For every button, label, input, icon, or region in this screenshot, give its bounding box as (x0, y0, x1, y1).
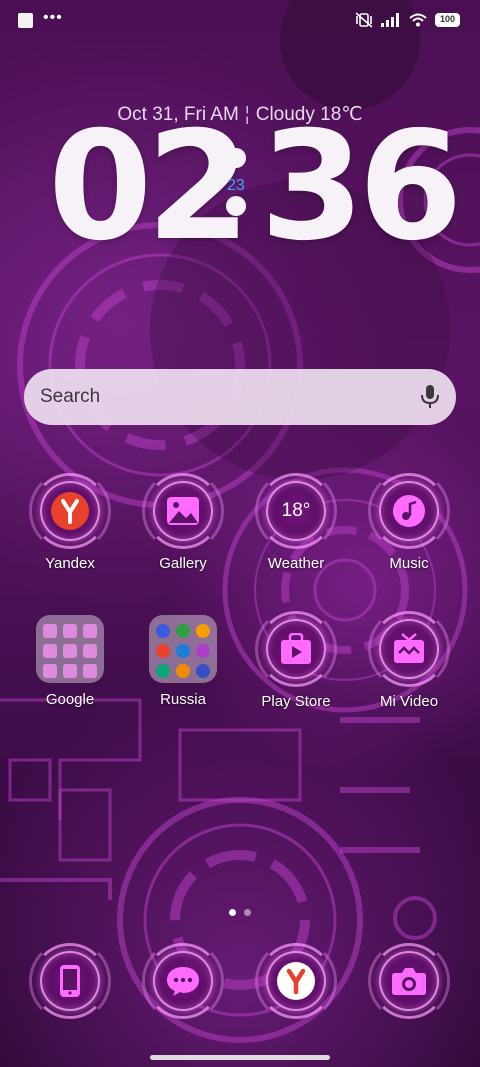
search-bar[interactable]: Search (24, 369, 456, 425)
app-weather[interactable]: 18° Weather (240, 470, 352, 572)
app-label: Gallery (159, 555, 207, 572)
more-dots-icon: ••• (43, 8, 63, 26)
folder-icon[interactable] (36, 615, 104, 683)
app-yandex[interactable]: Yandex (14, 470, 126, 572)
messages-icon[interactable] (142, 940, 224, 1022)
app-label: Mi Video (379, 693, 439, 710)
battery-icon: 100 (434, 13, 460, 27)
app-label: Play Store (261, 693, 331, 710)
signal-icon (380, 13, 399, 27)
gallery-icon[interactable] (142, 470, 224, 552)
weather-temp: 18° (281, 500, 311, 521)
app-play-store[interactable]: Play Store (240, 608, 352, 710)
dock-phone[interactable] (14, 940, 126, 1022)
yandex-icon[interactable] (29, 470, 111, 552)
clock-hours: 02 (48, 100, 251, 274)
dock-camera[interactable] (353, 940, 465, 1022)
folder-icon[interactable] (149, 615, 217, 683)
clock-seconds: 23 (227, 177, 245, 194)
page-dot[interactable] (244, 909, 251, 916)
weather-icon[interactable]: 18° (255, 470, 337, 552)
phone-icon[interactable] (29, 940, 111, 1022)
mi-video-icon[interactable] (368, 608, 450, 690)
folder-google[interactable]: Google (14, 615, 126, 708)
app-label: Russia (160, 691, 206, 708)
app-label: Music (389, 555, 429, 572)
clock-colon (226, 148, 248, 244)
app-label: Google (45, 691, 95, 708)
camera-icon[interactable] (368, 940, 450, 1022)
app-label: Yandex (45, 555, 95, 572)
app-label: Weather (267, 555, 325, 572)
clock-widget[interactable]: 02 23 36 (48, 100, 463, 274)
vibrate-silent-icon (355, 12, 373, 28)
app-gallery[interactable]: Gallery (127, 470, 239, 572)
wifi-icon (409, 13, 427, 27)
notification-square-icon (18, 13, 33, 28)
status-bar: ••• 100 (0, 0, 480, 40)
dock-yandex-browser[interactable] (240, 940, 352, 1022)
search-input[interactable]: Search (40, 386, 420, 408)
microphone-icon[interactable] (420, 384, 440, 410)
page-dot-active[interactable] (229, 909, 236, 916)
play-store-icon[interactable] (255, 608, 337, 690)
music-icon[interactable] (368, 470, 450, 552)
page-indicator[interactable] (0, 909, 480, 916)
dock-messages[interactable] (127, 940, 239, 1022)
gesture-home-bar[interactable] (150, 1055, 330, 1060)
clock-minutes: 36 (260, 100, 463, 274)
folder-russia[interactable]: Russia (127, 615, 239, 708)
yandex-browser-icon[interactable] (255, 940, 337, 1022)
app-mi-video[interactable]: Mi Video (353, 608, 465, 710)
app-music[interactable]: Music (353, 470, 465, 572)
